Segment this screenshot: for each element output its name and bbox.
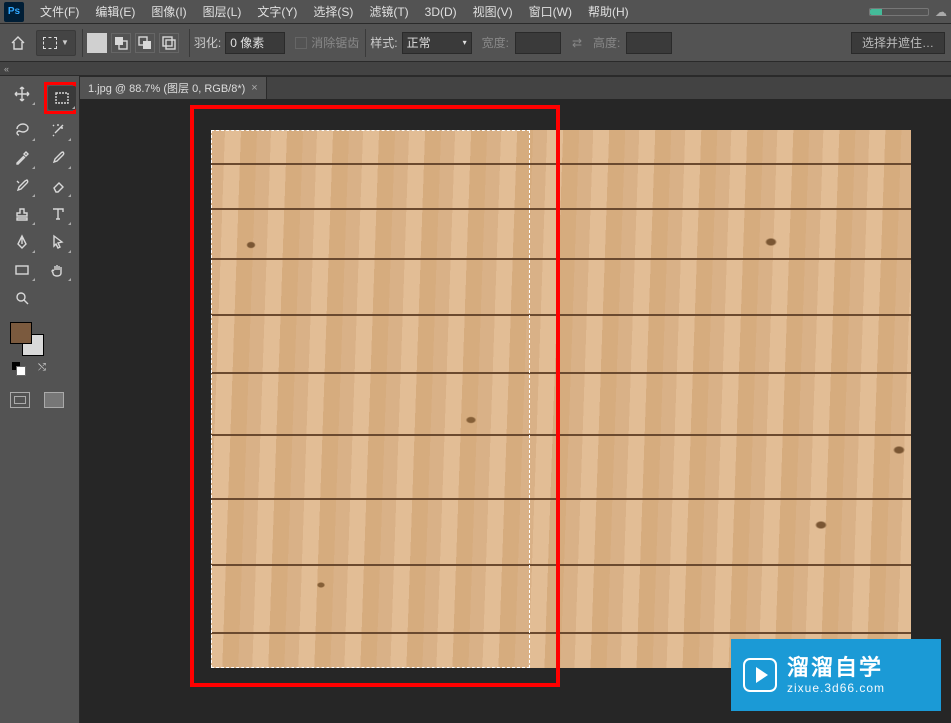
menu-image[interactable]: 图像(I) [143, 0, 194, 24]
menu-filter[interactable]: 滤镜(T) [361, 0, 416, 24]
sync-progress [869, 8, 929, 16]
menu-edit[interactable]: 编辑(E) [87, 0, 143, 24]
height-input [626, 32, 672, 54]
clone-stamp-tool[interactable] [8, 202, 36, 226]
play-icon [743, 658, 777, 692]
feather-input[interactable] [225, 32, 285, 54]
menu-help[interactable]: 帮助(H) [580, 0, 637, 24]
swap-colors-button[interactable]: ⤭ [38, 362, 46, 376]
menu-bar: Ps 文件(F) 编辑(E) 图像(I) 图层(L) 文字(Y) 选择(S) 滤… [0, 0, 951, 24]
menu-layer[interactable]: 图层(L) [195, 0, 250, 24]
feather-group: 羽化: [189, 29, 289, 57]
pen-tool[interactable] [8, 230, 36, 254]
pen-icon [14, 234, 30, 250]
marquee-tool-highlight [44, 82, 76, 114]
canvas[interactable]: 溜溜自学 zixue.3d66.com [80, 99, 951, 723]
move-tool[interactable] [8, 82, 36, 106]
collapse-indicator[interactable]: « [4, 64, 9, 74]
history-brush-tool[interactable] [8, 174, 36, 198]
quick-mask-button[interactable] [10, 392, 30, 408]
eyedropper-tool[interactable] [8, 146, 36, 170]
marquee-tool[interactable] [48, 86, 76, 110]
selection-intersect-button[interactable] [159, 33, 179, 53]
document-tabs: 1.jpg @ 88.7% (图层 0, RGB/8*) × [80, 77, 951, 99]
marquee-icon [54, 90, 70, 106]
stamp-icon [14, 206, 30, 222]
antialias-checkbox: 消除锯齿 [295, 34, 359, 51]
options-bar: ▼ 羽化: 消除锯齿 样式: 正常 ▾ 宽度: ⇄ 高度: 选择并遮住… [0, 24, 951, 62]
watermark: 溜溜自学 zixue.3d66.com [731, 639, 941, 711]
cloud-icon: ☁ [935, 5, 947, 19]
zoom-icon [14, 290, 30, 306]
app-logo: Ps [4, 2, 24, 22]
color-swatches: ⤭ [0, 316, 79, 382]
wand-icon [50, 122, 66, 138]
width-input [515, 32, 561, 54]
canvas-area: 1.jpg @ 88.7% (图层 0, RGB/8*) × 溜溜自学 zixu… [80, 76, 951, 723]
intersect-selection-icon [161, 35, 177, 51]
feather-label: 羽化: [194, 34, 221, 51]
panel-collapse-bar: « [0, 62, 951, 76]
style-select[interactable]: 正常 ▾ [402, 32, 472, 54]
path-select-tool[interactable] [44, 230, 72, 254]
tool-preset-dropdown[interactable]: ▼ [36, 30, 76, 56]
zoom-tool[interactable] [8, 286, 36, 310]
menu-select[interactable]: 选择(S) [305, 0, 361, 24]
screen-mode-button[interactable] [44, 392, 64, 408]
selection-subtract-button[interactable] [135, 33, 155, 53]
tools-panel: ⤭ [0, 76, 80, 723]
magic-wand-tool[interactable] [44, 118, 72, 142]
eyedropper-icon [14, 150, 30, 166]
select-and-mask-button[interactable]: 选择并遮住… [851, 32, 945, 54]
style-label: 样式: [370, 34, 397, 51]
default-colors-button[interactable] [12, 362, 26, 376]
lasso-tool[interactable] [8, 118, 36, 142]
hand-tool[interactable] [44, 258, 72, 282]
selection-add-button[interactable] [111, 33, 131, 53]
type-icon [50, 206, 66, 222]
eraser-tool[interactable] [44, 174, 72, 198]
width-label: 宽度: [482, 34, 509, 51]
brush-icon [50, 150, 66, 166]
chevron-down-icon: ▾ [463, 38, 467, 47]
menu-type[interactable]: 文字(Y) [249, 0, 305, 24]
type-tool[interactable] [44, 202, 72, 226]
selection-mode-group [82, 29, 183, 57]
menu-file[interactable]: 文件(F) [32, 0, 87, 24]
document-tab[interactable]: 1.jpg @ 88.7% (图层 0, RGB/8*) × [80, 76, 267, 99]
antialias-label: 消除锯齿 [311, 34, 359, 51]
close-tab-button[interactable]: × [251, 82, 257, 94]
selection-new-button[interactable] [87, 33, 107, 53]
style-value: 正常 [407, 34, 431, 51]
menu-view[interactable]: 视图(V) [465, 0, 521, 24]
watermark-url: zixue.3d66.com [787, 681, 885, 695]
rectangle-icon [14, 262, 30, 278]
subtract-selection-icon [137, 35, 153, 51]
home-button[interactable] [6, 31, 30, 55]
watermark-title: 溜溜自学 [787, 655, 885, 681]
foreground-color-swatch[interactable] [10, 322, 32, 344]
document-tab-title: 1.jpg @ 88.7% (图层 0, RGB/8*) [88, 80, 245, 96]
marquee-icon [43, 37, 57, 49]
add-selection-icon [113, 35, 129, 51]
arrow-icon [50, 234, 66, 250]
menu-window[interactable]: 窗口(W) [521, 0, 580, 24]
select-and-mask-label: 选择并遮住… [862, 34, 934, 51]
eraser-icon [50, 178, 66, 194]
home-icon [10, 35, 26, 51]
checkbox-icon [295, 37, 307, 49]
swap-dimensions-button: ⇄ [567, 36, 587, 50]
lasso-icon [14, 122, 30, 138]
marquee-selection [211, 130, 530, 668]
chevron-down-icon: ▼ [61, 38, 69, 47]
hand-icon [50, 262, 66, 278]
height-label: 高度: [593, 34, 620, 51]
menu-3d[interactable]: 3D(D) [417, 0, 465, 24]
shape-tool[interactable] [8, 258, 36, 282]
history-brush-icon [14, 178, 30, 194]
style-group: 样式: 正常 ▾ [365, 29, 475, 57]
brush-tool[interactable] [44, 146, 72, 170]
move-icon [14, 86, 30, 102]
